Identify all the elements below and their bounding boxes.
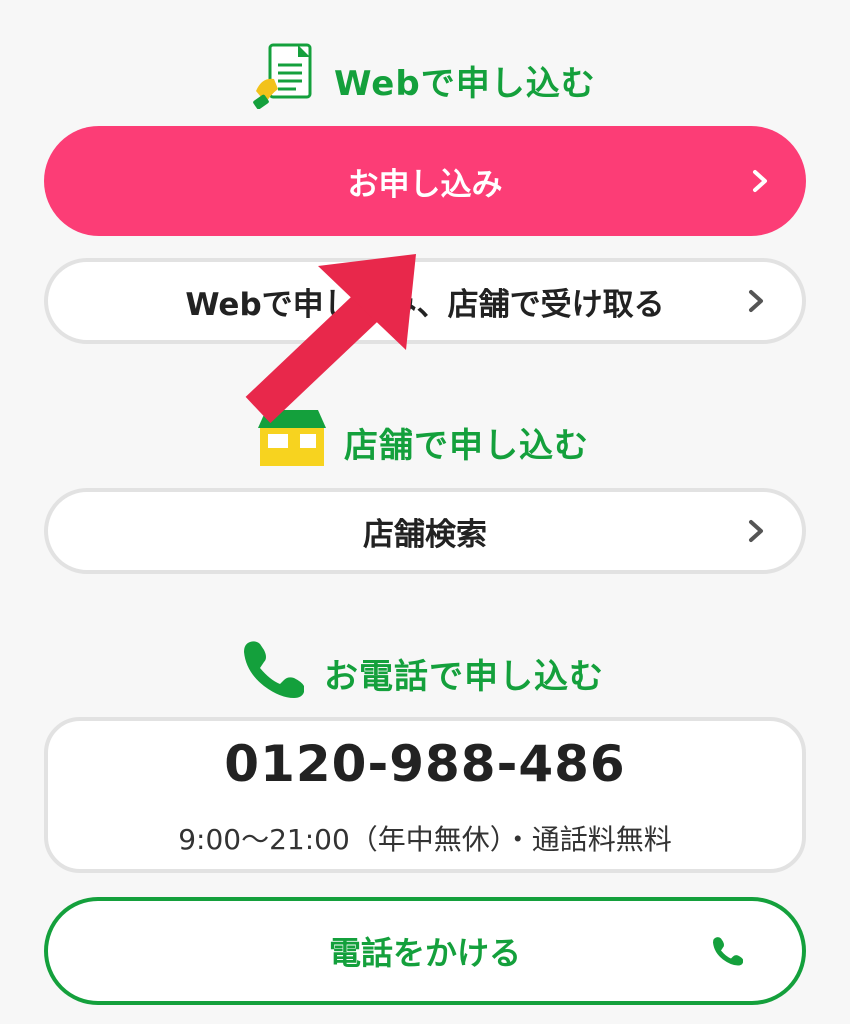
call-button-label: 電話をかける [328,934,521,972]
phone-icon [242,638,306,709]
store-icon [258,408,326,477]
web-apply-store-pickup-button[interactable]: Webで申し込み、店舗で受け取る [44,258,806,344]
store-search-label: 店舗検索 [363,516,487,553]
chevron-right-icon [749,290,763,312]
phone-number: 0120-988-486 [224,735,626,793]
web-section-heading: Webで申し込む [252,43,596,112]
phone-section-heading: お電話で申し込む [242,640,604,706]
store-section-title: 店舗で申し込む [344,425,589,466]
application-page: Webで申し込む お申し込み Webで申し込み、店舗で受け取る 店舗で申し込む … [0,0,850,1024]
call-button[interactable]: 電話をかける [44,897,806,1005]
chevron-right-icon [749,520,763,542]
phone-info-box: 0120-988-486 9:00～21:00（年中無休）・通話料無料 [44,717,806,873]
document-hand-icon [252,43,316,118]
web-section-title: Webで申し込む [334,63,596,104]
phone-icon [713,937,743,966]
chevron-right-icon [753,170,767,192]
apply-button-label: お申し込み [347,166,503,203]
phone-section-title: お電話で申し込む [324,656,604,697]
store-section-heading: 店舗で申し込む [258,408,589,477]
pickup-button-label: Webで申し込み、店舗で受け取る [185,286,665,323]
store-search-button[interactable]: 店舗検索 [44,488,806,574]
apply-button[interactable]: お申し込み [44,126,806,236]
phone-hours: 9:00～21:00（年中無休）・通話料無料 [178,823,672,856]
